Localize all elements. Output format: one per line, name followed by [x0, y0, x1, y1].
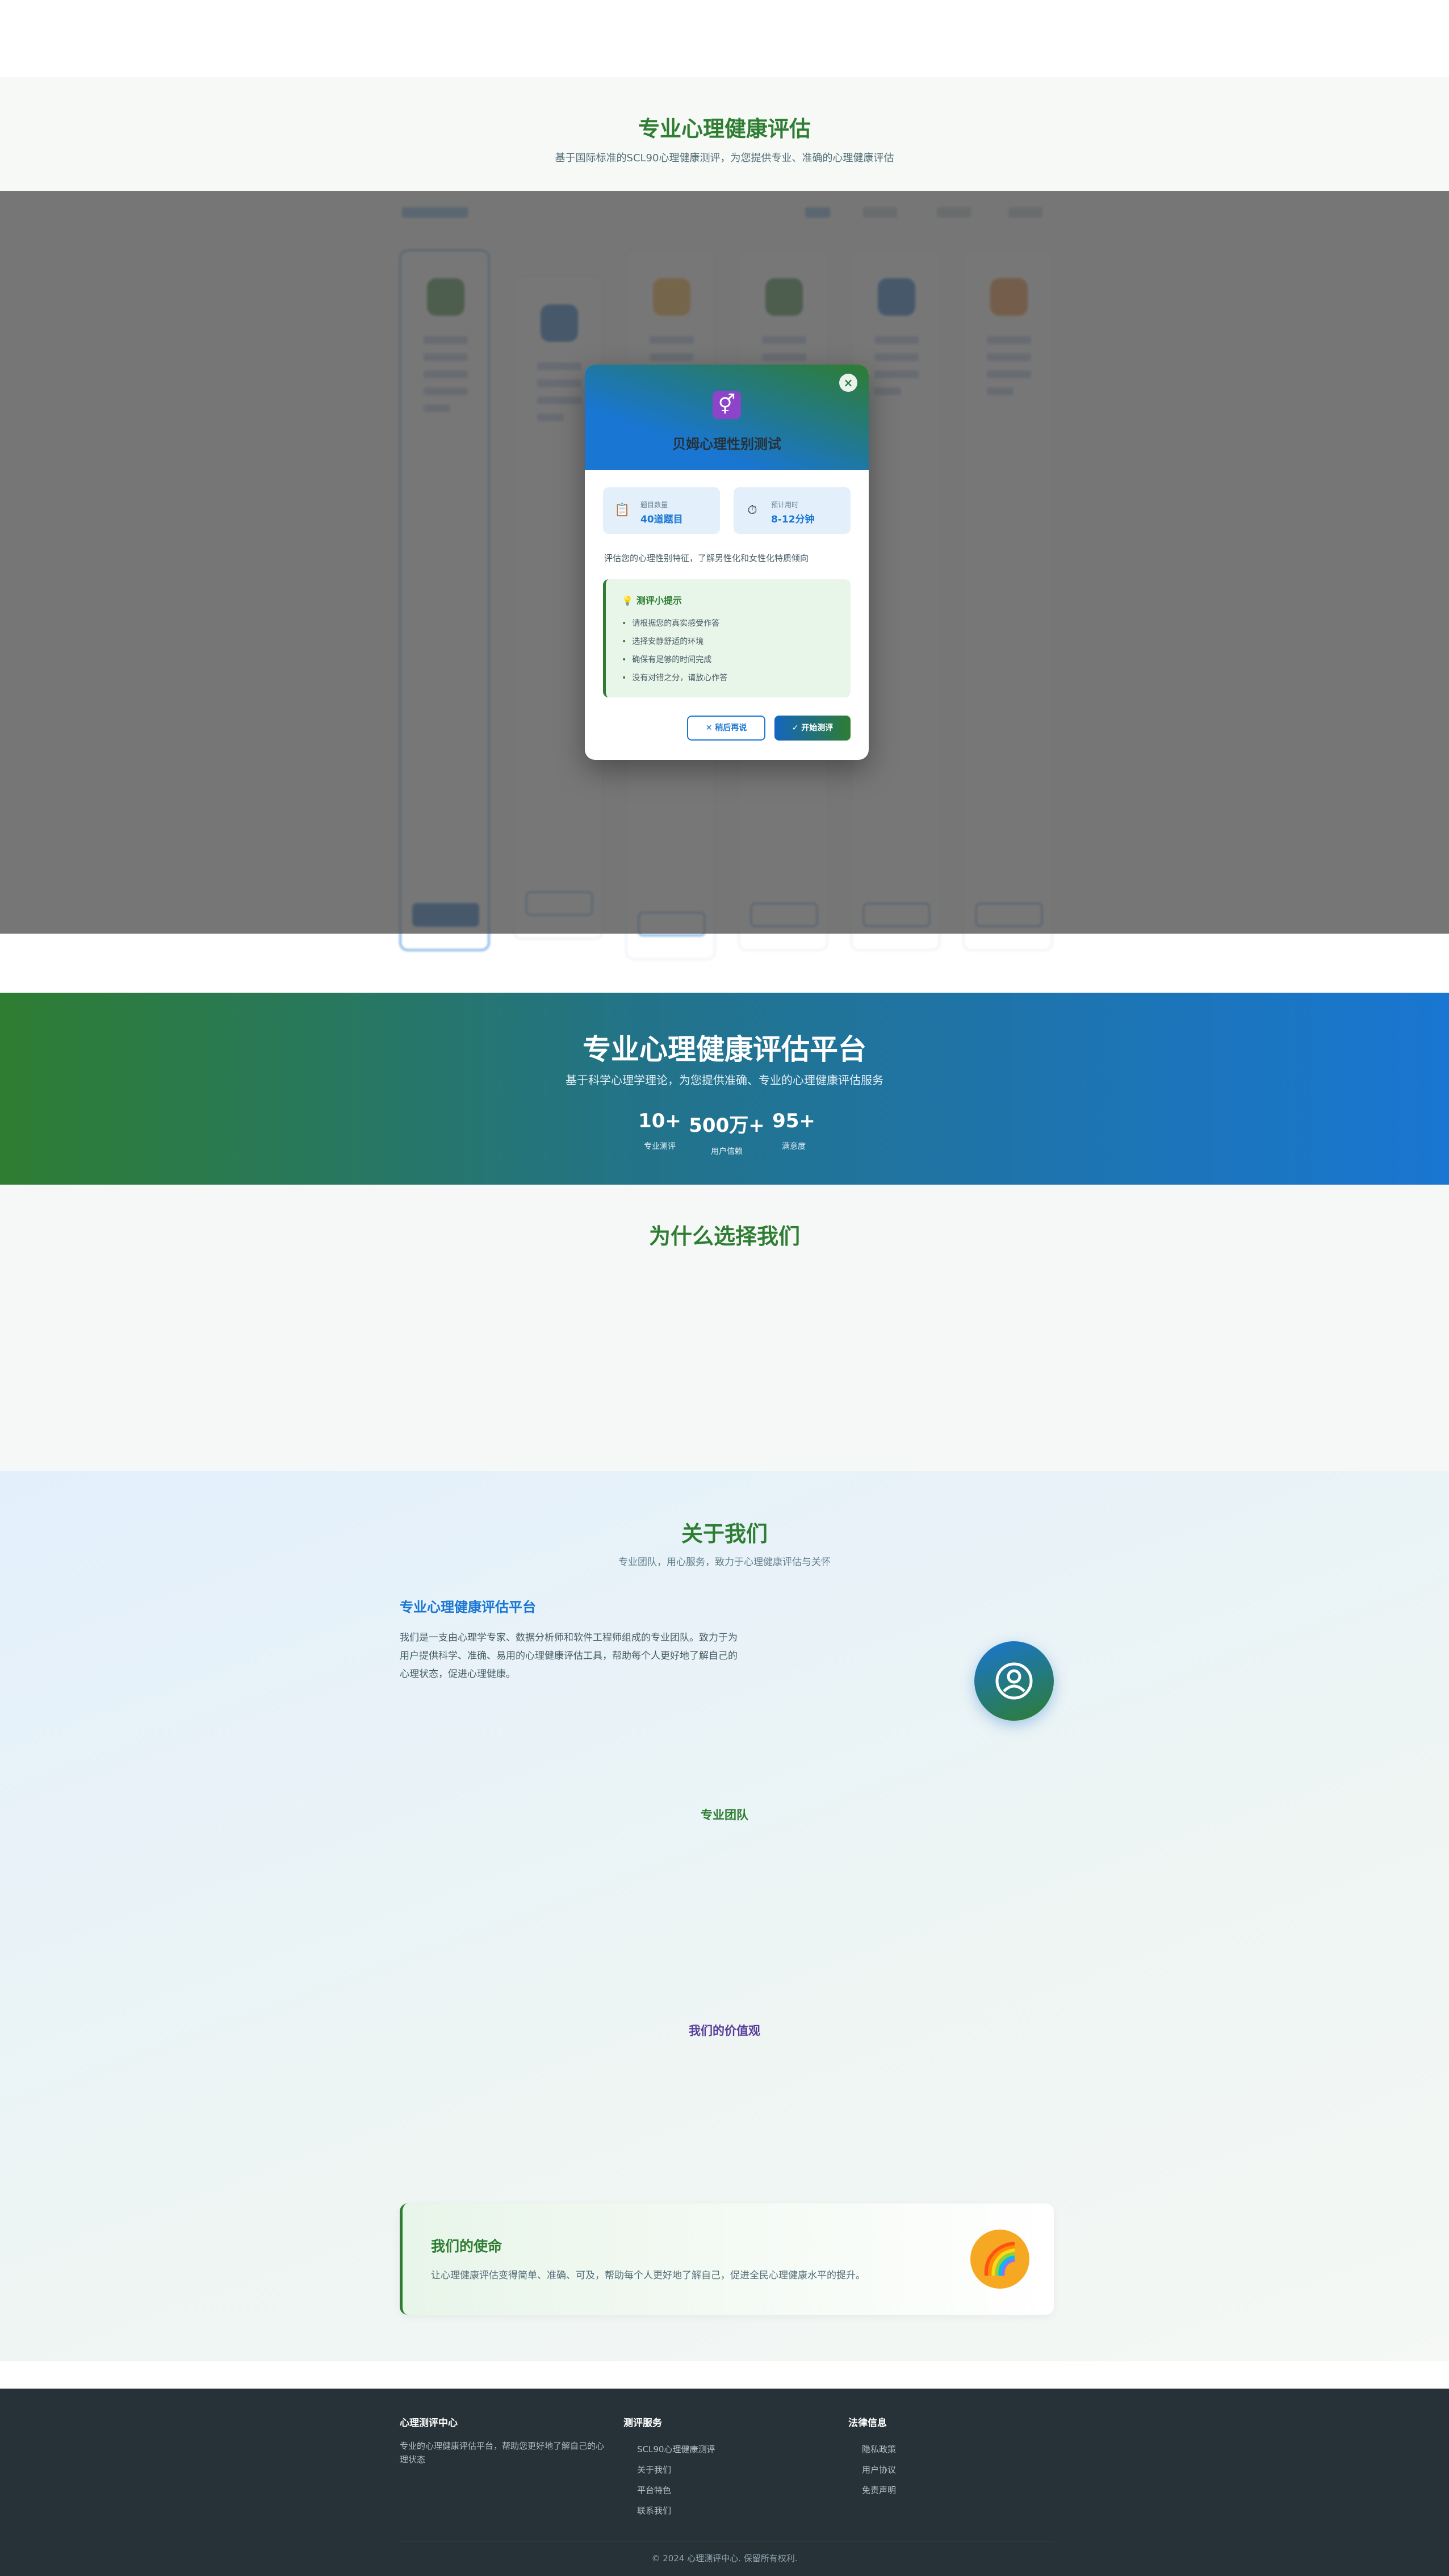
footer-link[interactable]: 关于我们 — [623, 2460, 715, 2480]
tip-item: 没有对错之分，请放心作答 — [622, 669, 727, 687]
why-us-section: 为什么选择我们 — [0, 1185, 1449, 1471]
about-heading: 专业心理健康评估平台 — [400, 1599, 536, 1615]
user-profile-svg — [995, 1662, 1033, 1700]
values-title: 我们的价值观 — [689, 2024, 760, 2038]
tips-title-text: 测评小提示 — [636, 595, 682, 606]
platform-title: 专业心理健康评估平台 — [583, 1033, 866, 1066]
mission-title: 我们的使命 — [431, 2238, 502, 2255]
team-title: 专业团队 — [701, 1808, 748, 1822]
footer-link[interactable]: SCL90心理健康测评 — [623, 2439, 715, 2460]
lightbulb-icon: 💡 — [622, 595, 633, 606]
section-gap — [0, 2361, 1449, 2389]
close-icon: ✕ — [705, 724, 715, 733]
user-profile-icon — [974, 1641, 1054, 1721]
stat-label: 预计用时 — [771, 501, 799, 509]
footer-link[interactable]: 免责声明 — [848, 2480, 896, 2500]
modal-title: 贝姆心理性别测试 — [672, 436, 781, 452]
mission-card: 我们的使命 让心理健康评估变得简单、准确、可及，帮助每个人更好地了解自己，促进全… — [400, 2203, 1054, 2315]
stat-number: 95+ — [772, 1110, 815, 1132]
stat-duration: ⏱ 预计用时 8-12分钟 — [734, 487, 851, 534]
about-title: 关于我们 — [681, 1521, 768, 1546]
start-button-label: 开始测评 — [801, 724, 834, 733]
tips-list: 请根据您的真实感受作答 选择安静舒适的环境 确保有足够的时间完成 没有对错之分，… — [622, 614, 727, 687]
copyright: © 2024 心理测评中心. 保留所有权利. — [651, 2553, 798, 2564]
rainbow-icon: 🌈 — [970, 2230, 1029, 2289]
stat-value: 8-12分钟 — [771, 514, 815, 525]
later-button[interactable]: ✕ 稍后再说 — [687, 716, 765, 741]
later-button-label: 稍后再说 — [715, 724, 747, 733]
stat-label: 满意度 — [782, 1142, 806, 1151]
clipboard-icon: 📋 — [614, 503, 630, 517]
check-icon: ✓ — [791, 724, 802, 733]
footer-link[interactable]: 用户协议 — [848, 2460, 896, 2480]
tip-item: 确保有足够的时间完成 — [622, 651, 727, 669]
modal-header: × ⚥ 贝姆心理性别测试 — [585, 365, 869, 470]
stat-value: 40道题目 — [640, 514, 683, 525]
footer-col-title: 法律信息 — [848, 2418, 887, 2429]
platform-subtitle: 基于科学心理学理论，为您提供准确、专业的心理健康评估服务 — [566, 1073, 883, 1087]
test-detail-modal: × ⚥ 贝姆心理性别测试 📋 题目数量 40道题目 ⏱ 预计用时 8-12分钟 … — [585, 365, 869, 760]
footer-link[interactable]: 隐私政策 — [848, 2439, 896, 2460]
footer-link[interactable]: 平台特色 — [623, 2480, 715, 2500]
tips-title: 💡 测评小提示 — [622, 593, 682, 607]
platform-banner: 专业心理健康评估平台 基于科学心理学理论，为您提供准确、专业的心理健康评估服务 … — [0, 993, 1449, 1185]
footer-col-title: 测评服务 — [623, 2418, 662, 2429]
about-section: 关于我们 专业团队，用心服务，致力于心理健康评估与关怀 专业心理健康评估平台 我… — [0, 1471, 1449, 2361]
footer-column-legal: 法律信息 隐私政策 用户协议 免责声明 — [848, 2415, 896, 2500]
stat-question-count: 📋 题目数量 40道题目 — [603, 487, 720, 534]
modal-description: 评估您的心理性别特征，了解男性化和女性化特质倾向 — [604, 553, 809, 563]
footer-description: 专业的心理健康评估平台，帮助您更好地了解自己的心理状态 — [400, 2441, 605, 2465]
footer: 心理测评中心 专业的心理健康评估平台，帮助您更好地了解自己的心理状态 测评服务 … — [0, 2389, 1449, 2576]
stopwatch-icon: ⏱ — [747, 503, 757, 517]
footer-column-about: 心理测评中心 专业的心理健康评估平台，帮助您更好地了解自己的心理状态 — [400, 2415, 604, 2466]
tips-box: 💡测评小提示 请根据您的真实感受作答 选择安静舒适的环境 确保有足够的时间完成 … — [603, 579, 851, 697]
platform-stat: 95+ 满意度 — [754, 1110, 834, 1152]
about-paragraph: 我们是一支由心理学专家、数据分析师和软件工程师组成的专业团队。致力于为用户提供科… — [400, 1632, 738, 1680]
tip-item: 请根据您的真实感受作答 — [622, 614, 727, 633]
stat-label: 题目数量 — [640, 501, 668, 509]
why-us-title: 为什么选择我们 — [648, 1224, 800, 1249]
about-subtitle: 专业团队，用心服务，致力于心理健康评估与关怀 — [618, 1557, 831, 1568]
tip-item: 选择安静舒适的环境 — [622, 633, 727, 651]
gender-icon: ⚥ — [713, 391, 741, 419]
mission-text: 让心理健康评估变得简单、准确、可及，帮助每个人更好地了解自己，促进全民心理健康水… — [431, 2270, 865, 2281]
close-icon[interactable]: × — [839, 374, 857, 392]
footer-col-title: 心理测评中心 — [400, 2418, 458, 2429]
start-test-button[interactable]: ✓ 开始测评 — [774, 716, 851, 741]
footer-column-services: 测评服务 SCL90心理健康测评 关于我们 平台特色 联系我们 — [623, 2415, 715, 2521]
footer-link[interactable]: 联系我们 — [623, 2500, 715, 2521]
